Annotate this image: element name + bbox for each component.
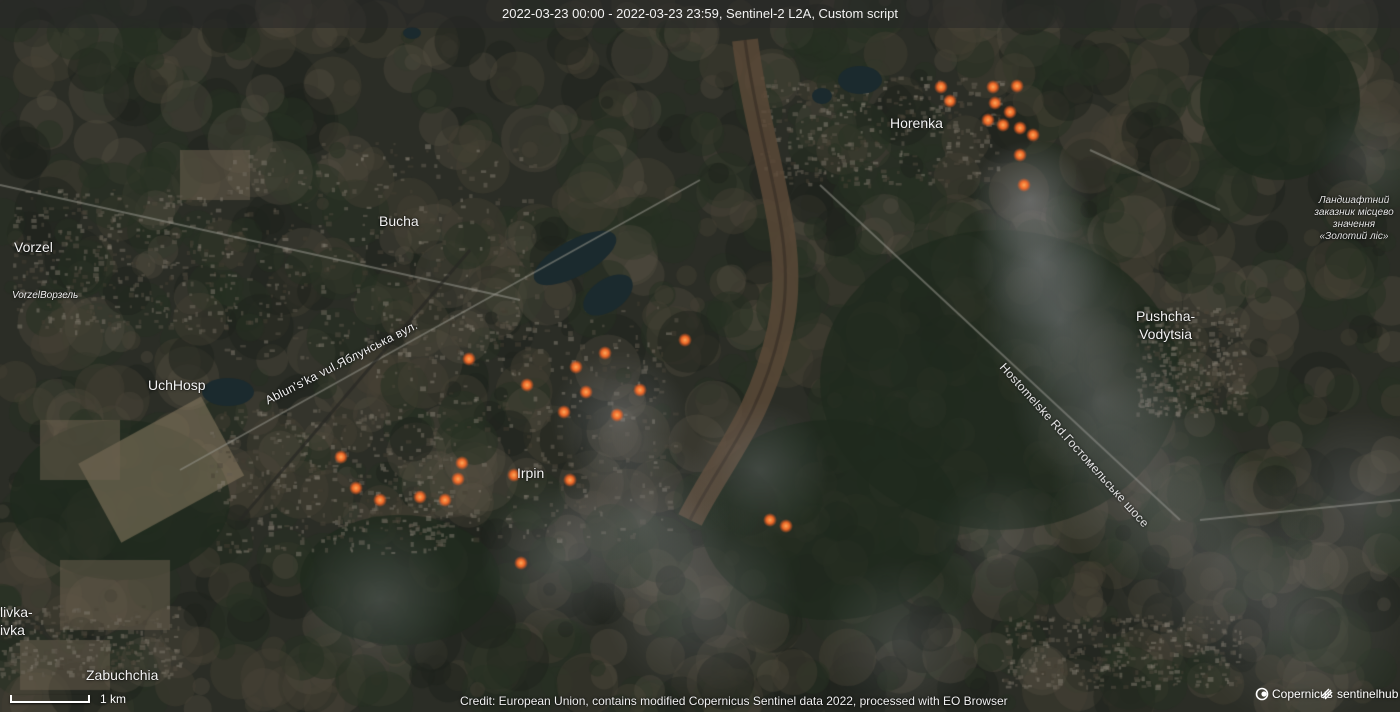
- image-date-header: 2022-03-23 00:00 - 2022-03-23 23:59, Sen…: [0, 0, 1400, 28]
- sentinelhub-logo[interactable]: sentinelhub: [1320, 687, 1398, 701]
- satellite-image[interactable]: [0, 0, 1400, 712]
- place-label-irpin: Irpin: [517, 465, 545, 481]
- reserve-label-line1: Ландшафтний: [1318, 195, 1390, 206]
- nature-reserve-label: Ландшафтний заказник місцево значення «З…: [1308, 195, 1400, 243]
- reserve-label-line4: «Золотий ліс»: [1319, 231, 1389, 242]
- place-label-pushcha-vodytsia: Pushcha- Vodytsia: [1136, 307, 1195, 343]
- place-label-edge: livka- ivka: [0, 603, 33, 639]
- attribution-text: Credit: European Union, contains modifie…: [460, 694, 1008, 708]
- place-label-vorzel-alt: VorzelВорзель: [12, 290, 79, 301]
- sentinelhub-logo-text: sentinelhub: [1337, 687, 1399, 701]
- scale-bar-label: 1 km: [100, 692, 127, 706]
- place-label-horenka: Horenka: [890, 115, 943, 131]
- place-label-vorzel: Vorzel: [14, 239, 53, 255]
- place-label-zabuchchia: Zabuchchia: [86, 667, 159, 683]
- scale-bar-line: [10, 695, 90, 703]
- copernicus-icon: [1255, 687, 1269, 701]
- place-label-pushcha-line2: Vodytsia: [1139, 326, 1193, 342]
- map-viewport[interactable]: 2022-03-23 00:00 - 2022-03-23 23:59, Sen…: [0, 0, 1400, 712]
- reserve-label-line2: заказник місцево: [1314, 207, 1394, 218]
- place-label-uchhosp: UchHosp: [148, 377, 206, 393]
- place-label-edge-line2: ivka: [0, 622, 25, 638]
- place-label-pushcha-line1: Pushcha-: [1136, 308, 1196, 324]
- sentinelhub-icon: [1321, 688, 1333, 700]
- place-label-edge-line1: livka-: [0, 604, 33, 620]
- place-label-bucha: Bucha: [379, 213, 419, 229]
- reserve-label-line3: значення: [1332, 219, 1376, 230]
